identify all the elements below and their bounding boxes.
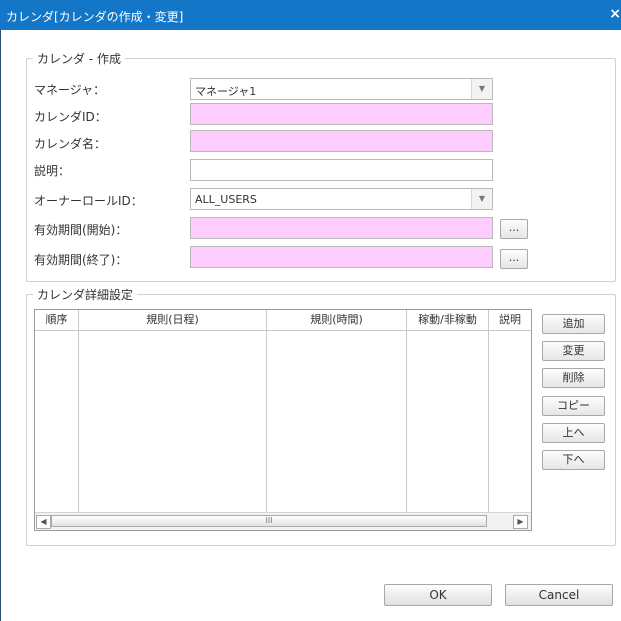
scroll-left-icon[interactable]: ◀ [36, 515, 51, 529]
close-icon[interactable]: × [609, 6, 621, 22]
group-legend: カレンダ - 作成 [37, 52, 121, 66]
column-divider [78, 330, 79, 512]
dropdown-arrow-icon[interactable]: ▼ [471, 189, 492, 209]
owner-role-label: オーナーロールID： [34, 194, 143, 208]
manager-select[interactable]: マネージャ1 ▼ [190, 78, 493, 100]
delete-button[interactable]: 削除 [542, 368, 605, 388]
table-header: 順序 規則(日程) 規則(時間) 稼動/非稼動 説明 [35, 310, 531, 331]
column-divider [488, 330, 489, 512]
scroll-thumb[interactable]: III [51, 515, 487, 527]
description-input[interactable] [190, 159, 493, 181]
modify-button[interactable]: 変更 [542, 341, 605, 361]
add-button[interactable]: 追加 [542, 314, 605, 334]
ok-button[interactable]: OK [384, 584, 492, 606]
copy-button[interactable]: コピー [542, 396, 605, 416]
calendar-id-input[interactable] [190, 103, 493, 125]
valid-end-input[interactable] [190, 246, 493, 268]
column-header-order[interactable]: 順序 [35, 310, 79, 330]
dropdown-arrow-icon[interactable]: ▼ [471, 79, 492, 99]
calendar-id-label: カレンダID： [34, 110, 107, 124]
move-down-button[interactable]: 下へ [542, 450, 605, 470]
detail-table[interactable]: 順序 規則(日程) 規則(時間) 稼動/非稼動 説明 ◀ III ▶ [34, 309, 532, 531]
description-label: 説明： [34, 164, 71, 178]
window-title: カレンダ[カレンダの作成・変更] [6, 10, 184, 24]
owner-role-value: ALL_USERS [195, 193, 257, 206]
manager-label: マネージャ： [34, 83, 106, 97]
column-divider [266, 330, 267, 512]
manager-value: マネージャ1 [195, 85, 257, 98]
valid-end-label: 有効期間(終了)： [34, 253, 128, 267]
column-header-description[interactable]: 説明 [489, 310, 531, 330]
column-header-rule-date[interactable]: 規則(日程) [79, 310, 267, 330]
group-legend: カレンダ詳細設定 [37, 288, 134, 302]
title-bar: カレンダ[カレンダの作成・変更] × [0, 0, 621, 30]
valid-start-picker-button[interactable]: ... [500, 219, 528, 239]
owner-role-select[interactable]: ALL_USERS ▼ [190, 188, 493, 210]
valid-start-input[interactable] [190, 217, 493, 239]
calendar-name-input[interactable] [190, 130, 493, 152]
scroll-right-icon[interactable]: ▶ [513, 515, 528, 529]
column-divider [406, 330, 407, 512]
cancel-button[interactable]: Cancel [505, 584, 613, 606]
horizontal-scrollbar[interactable]: ◀ III ▶ [35, 512, 531, 530]
valid-end-picker-button[interactable]: ... [500, 249, 528, 269]
valid-start-label: 有効期間(開始)： [34, 223, 128, 237]
column-header-operation[interactable]: 稼動/非稼動 [407, 310, 489, 330]
column-header-rule-time[interactable]: 規則(時間) [267, 310, 407, 330]
move-up-button[interactable]: 上へ [542, 423, 605, 443]
calendar-name-label: カレンダ名： [34, 137, 107, 151]
